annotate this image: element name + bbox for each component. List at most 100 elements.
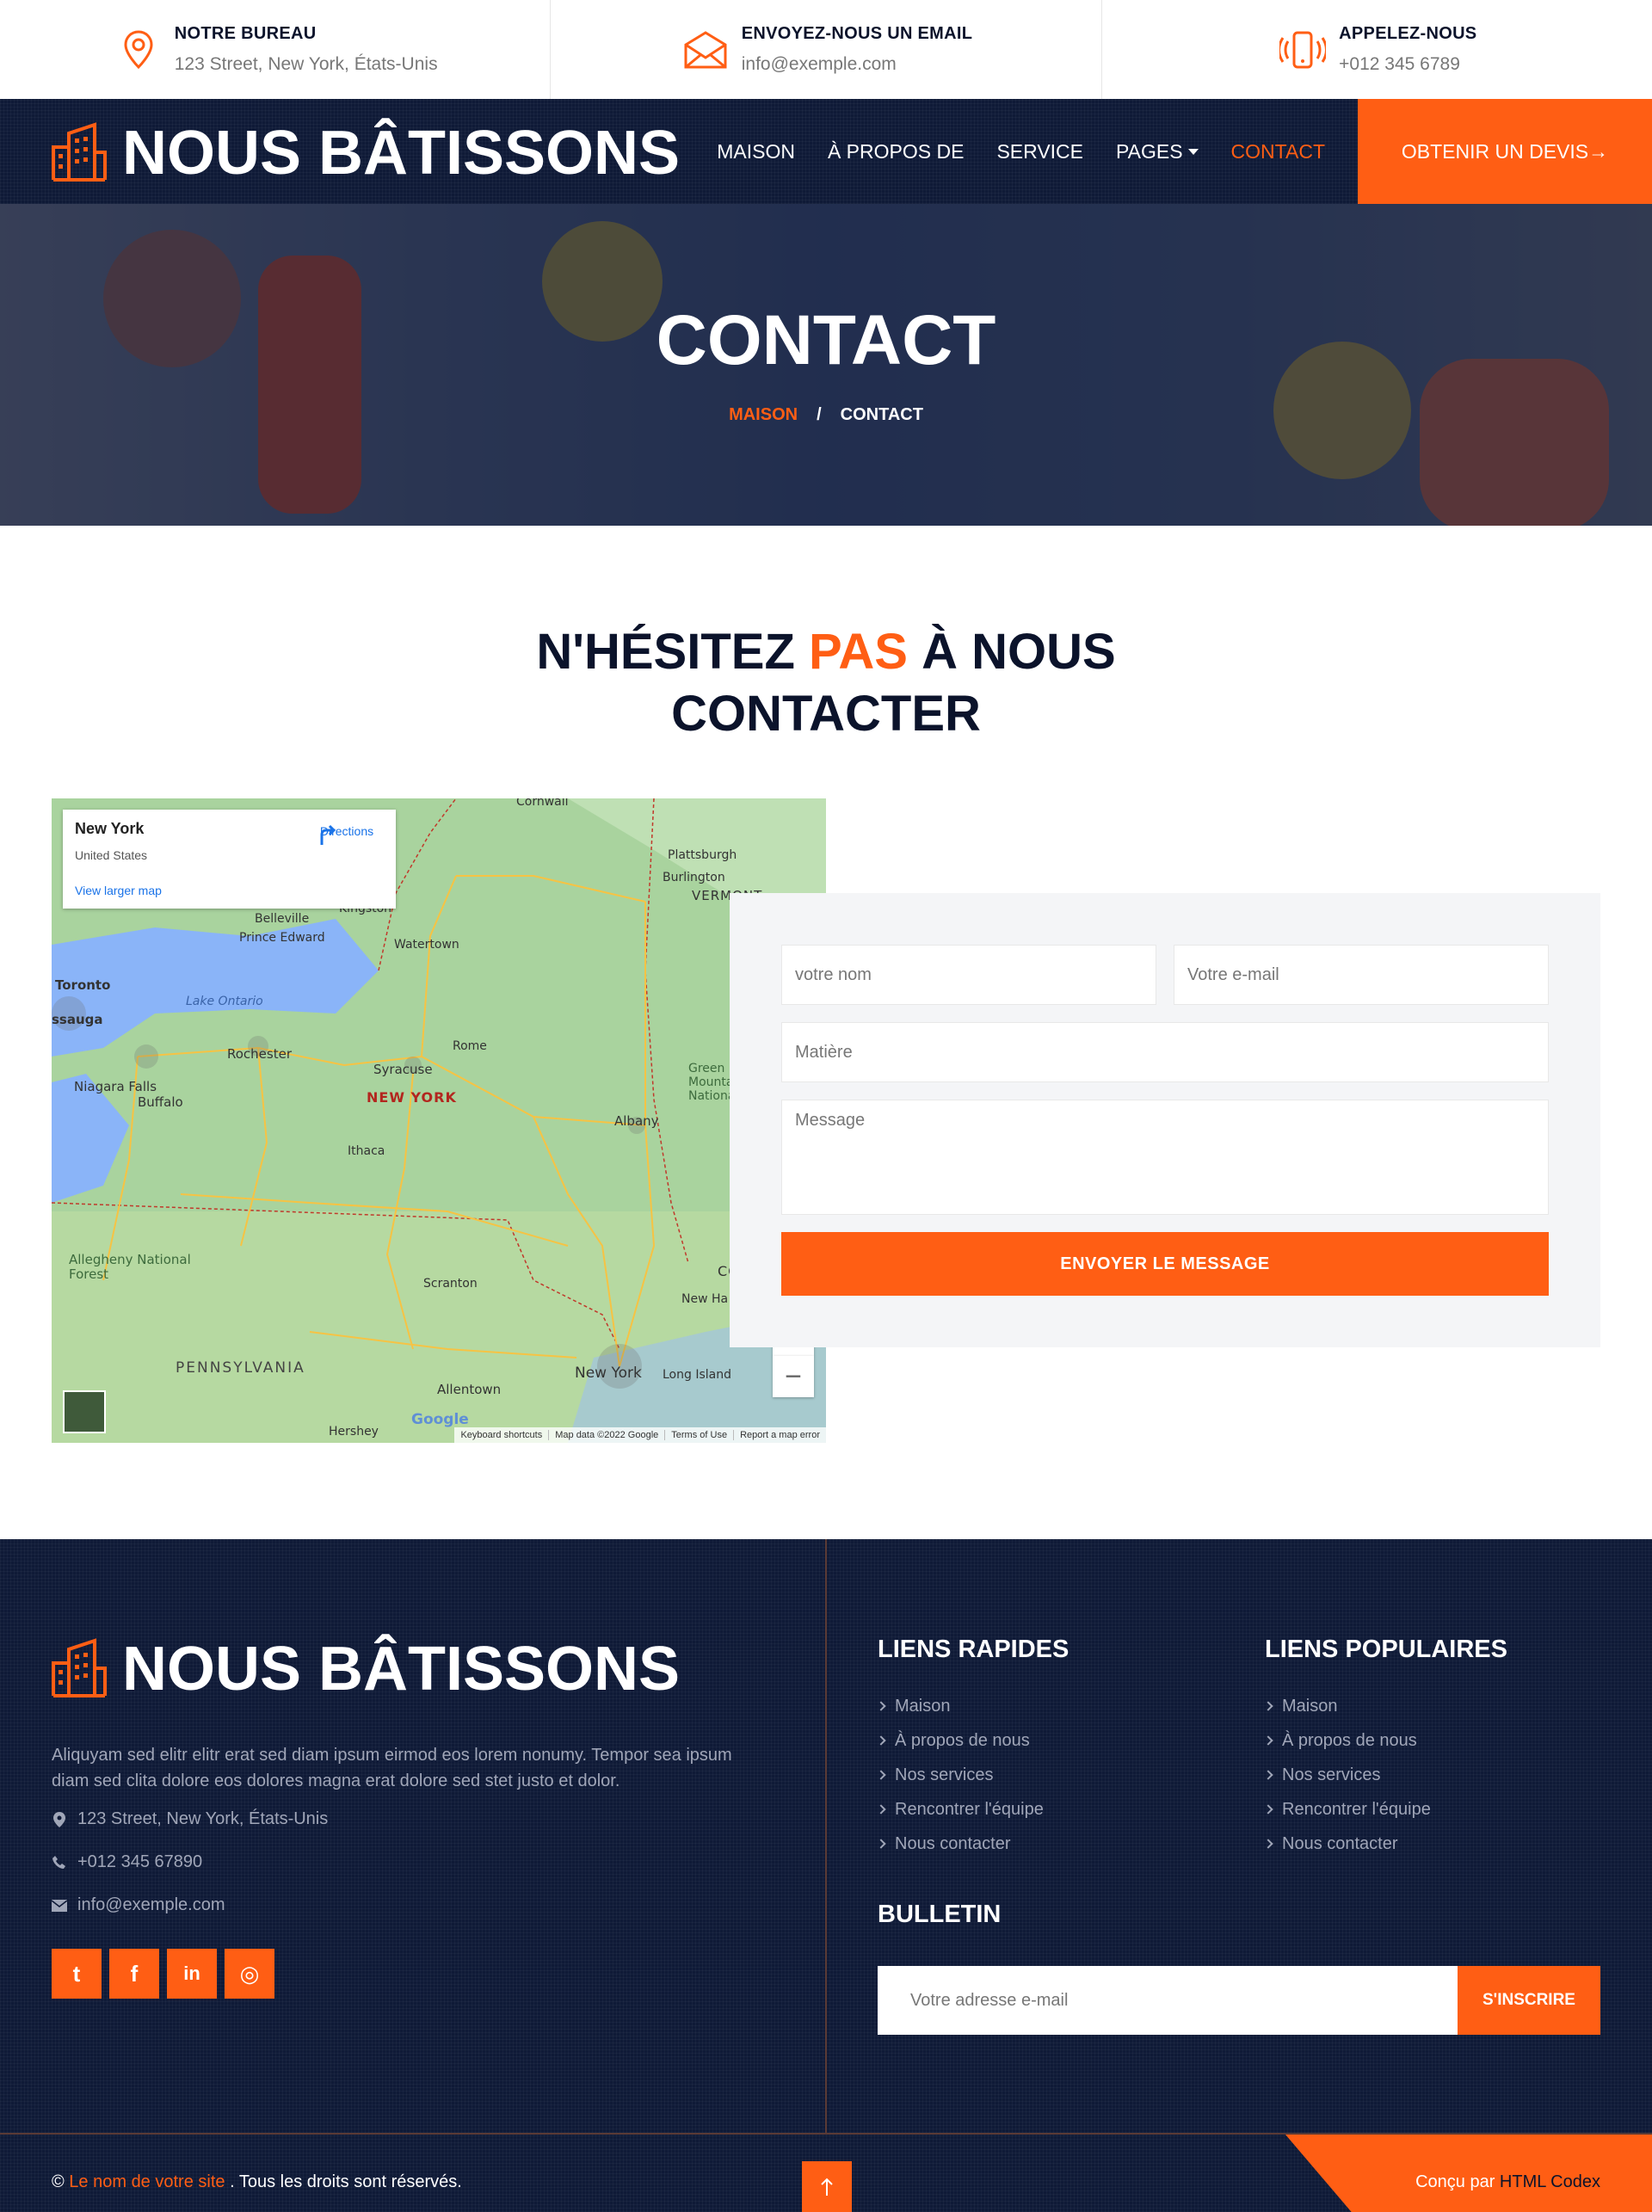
building-icon [50,1637,108,1702]
map-label-rochester: Rochester [227,1046,292,1062]
office-address: 123 Street, New York, États-Unis [174,54,438,74]
breadcrumb-current: CONTACT [840,405,923,424]
quick-link-item[interactable]: Rencontrer l'équipe [876,1792,1044,1827]
email-title: ENVOYEZ-NOUS UN EMAIL [741,24,973,43]
map-satellite-toggle[interactable] [63,1390,106,1433]
map-label-pennsylvania: PENNSYLVANIA [176,1359,305,1377]
map-label-watertown: Watertown [394,938,459,952]
site-name-link[interactable]: Le nom de votre site [69,2172,225,2191]
linkedin-icon[interactable]: in [167,1949,217,1999]
twitter-icon[interactable]: t [52,1949,102,1999]
popular-link-item[interactable]: Nous contacter [1263,1827,1431,1861]
subscribe-button[interactable]: S'INSCRIRE [1458,1966,1600,2035]
terms-of-use-link[interactable]: Terms of Use [664,1430,733,1440]
phone-number[interactable]: +012 345 6789 [1339,54,1476,75]
footer-brand-logo[interactable]: NOUS BÂTISSONS [50,1634,680,1704]
quick-link-item[interactable]: À propos de nous [876,1723,1044,1758]
social-links: t f in ◎ [52,1949,282,1999]
popular-link-item[interactable]: Maison [1263,1689,1431,1723]
chevron-right-icon [876,1770,886,1780]
message-textarea[interactable]: Message [781,1100,1549,1215]
map-label-albany: Albany [614,1113,659,1129]
nav-item-pages[interactable]: PAGES [1116,140,1199,163]
quick-link-item[interactable]: Maison [876,1689,1044,1723]
brand-logo[interactable]: NOUS BÂTISSONS [50,118,680,188]
nav-item-service[interactable]: SERVICE [996,140,1083,163]
newsletter-email-input[interactable]: Votre adresse e-mail [878,1966,1458,2035]
email-input[interactable]: Votre e-mail [1174,945,1549,1005]
breadcrumb: MAISON / CONTACT [0,405,1652,425]
subject-input[interactable]: Matière [781,1022,1549,1082]
map-label-cornwall: Cornwall [516,798,569,809]
popular-link-item[interactable]: Nos services [1263,1758,1431,1792]
footer-phone-text[interactable]: +012 345 67890 [77,1852,202,1872]
phone-icon [52,1855,67,1870]
map-label-buffalo: Buffalo [138,1094,183,1110]
google-logo: Google [411,1411,469,1428]
keyboard-shortcuts-link[interactable]: Keyboard shortcuts [454,1430,548,1440]
map-label-allentown: Allentown [437,1382,502,1397]
map-label-plattsburgh: Plattsburgh [668,848,737,862]
quick-link-item[interactable]: Nos services [876,1758,1044,1792]
map-label-niagara-falls: Niagara Falls [74,1079,157,1094]
popular-link-label: À propos de nous [1282,1730,1417,1750]
directions-button[interactable]: Directions [317,824,377,845]
copyright-prefix: © [52,2172,70,2191]
popular-link-label: Nos services [1282,1765,1381,1784]
back-to-top-button[interactable] [802,2161,852,2212]
phone-ringing-icon [1277,24,1328,76]
email-address[interactable]: info@exemple.com [742,54,973,75]
popular-link-item[interactable]: Rencontrer l'équipe [1263,1792,1431,1827]
map-label-ssauga: ssauga [52,1012,103,1027]
top-info-bar: NOTRE BUREAU 123 Street, New York, États… [0,0,1652,99]
map-place-card: New York United States View larger map D… [63,810,396,909]
nav-item-maison[interactable]: MAISON [717,140,795,163]
google-map[interactable]: Toronto ssauga Lake Ontario Belleville P… [52,798,826,1443]
get-quote-button[interactable]: OBTENIR UN DEVIS→ [1358,99,1652,204]
name-input[interactable]: votre nom [781,945,1156,1005]
popular-links-title: LIENS POPULAIRES [1265,1636,1507,1663]
newsletter-title: BULLETIN [878,1901,1002,1928]
envelope-icon [680,24,731,76]
breadcrumb-home[interactable]: MAISON [729,405,798,424]
chevron-right-icon [876,1804,886,1815]
chevron-right-icon [1263,1701,1273,1711]
nav-item-pages-label: PAGES [1116,139,1183,163]
caret-down-icon [1187,148,1199,155]
footer-email-text[interactable]: info@exemple.com [77,1895,225,1915]
send-message-button[interactable]: ENVOYER LE MESSAGE [781,1232,1549,1296]
map-label-long-island: Long Island [663,1368,731,1382]
chevron-right-icon [876,1701,886,1711]
quick-link-item[interactable]: Nous contacter [876,1827,1044,1861]
map-pin-icon [113,24,164,76]
map-label-prince-edward: Prince Edward [239,931,325,945]
nav-item-contact[interactable]: CONTACT [1231,140,1325,163]
footer-phone: +012 345 67890 [52,1852,202,1872]
map-label-scranton: Scranton [423,1277,478,1291]
contact-form: votre nom Votre e-mail Matière Message E… [730,893,1600,1347]
map-place-title: New York [75,820,145,837]
facebook-icon[interactable]: f [109,1949,159,1999]
map-marker-icon [52,1811,67,1827]
view-larger-map-link[interactable]: View larger map [75,884,162,897]
popular-link-label: Nous contacter [1282,1833,1398,1853]
footer-address: 123 Street, New York, États-Unis [52,1809,328,1829]
page-header-hero: CONTACT MAISON / CONTACT [0,204,1652,526]
map-label-belleville: Belleville [255,912,310,926]
main-navbar: NOUS BÂTISSONS MAISON À PROPOS DE SERVIC… [0,99,1652,204]
instagram-icon[interactable]: ◎ [225,1949,274,1999]
footer-email: info@exemple.com [52,1895,225,1915]
map-zoom-out-button[interactable]: − [773,1356,814,1397]
map-label-lake-ontario: Lake Ontario [186,995,263,1008]
building-icon [50,121,108,186]
map-label-ithaca: Ithaca [348,1144,385,1158]
map-data-text: Map data ©2022 Google [548,1430,664,1440]
map-label-nyc: New York [575,1365,642,1382]
map-label-allegheny: Allegheny National Forest [69,1252,191,1282]
html-codex-link[interactable]: HTML Codex [1500,2172,1600,2191]
popular-link-item[interactable]: À propos de nous [1263,1723,1431,1758]
popular-link-label: Maison [1282,1696,1338,1716]
map-label-new-haven: New Ha [681,1292,729,1306]
nav-item-a-propos[interactable]: À PROPOS DE [828,140,964,163]
report-map-error-link[interactable]: Report a map error [733,1430,826,1440]
